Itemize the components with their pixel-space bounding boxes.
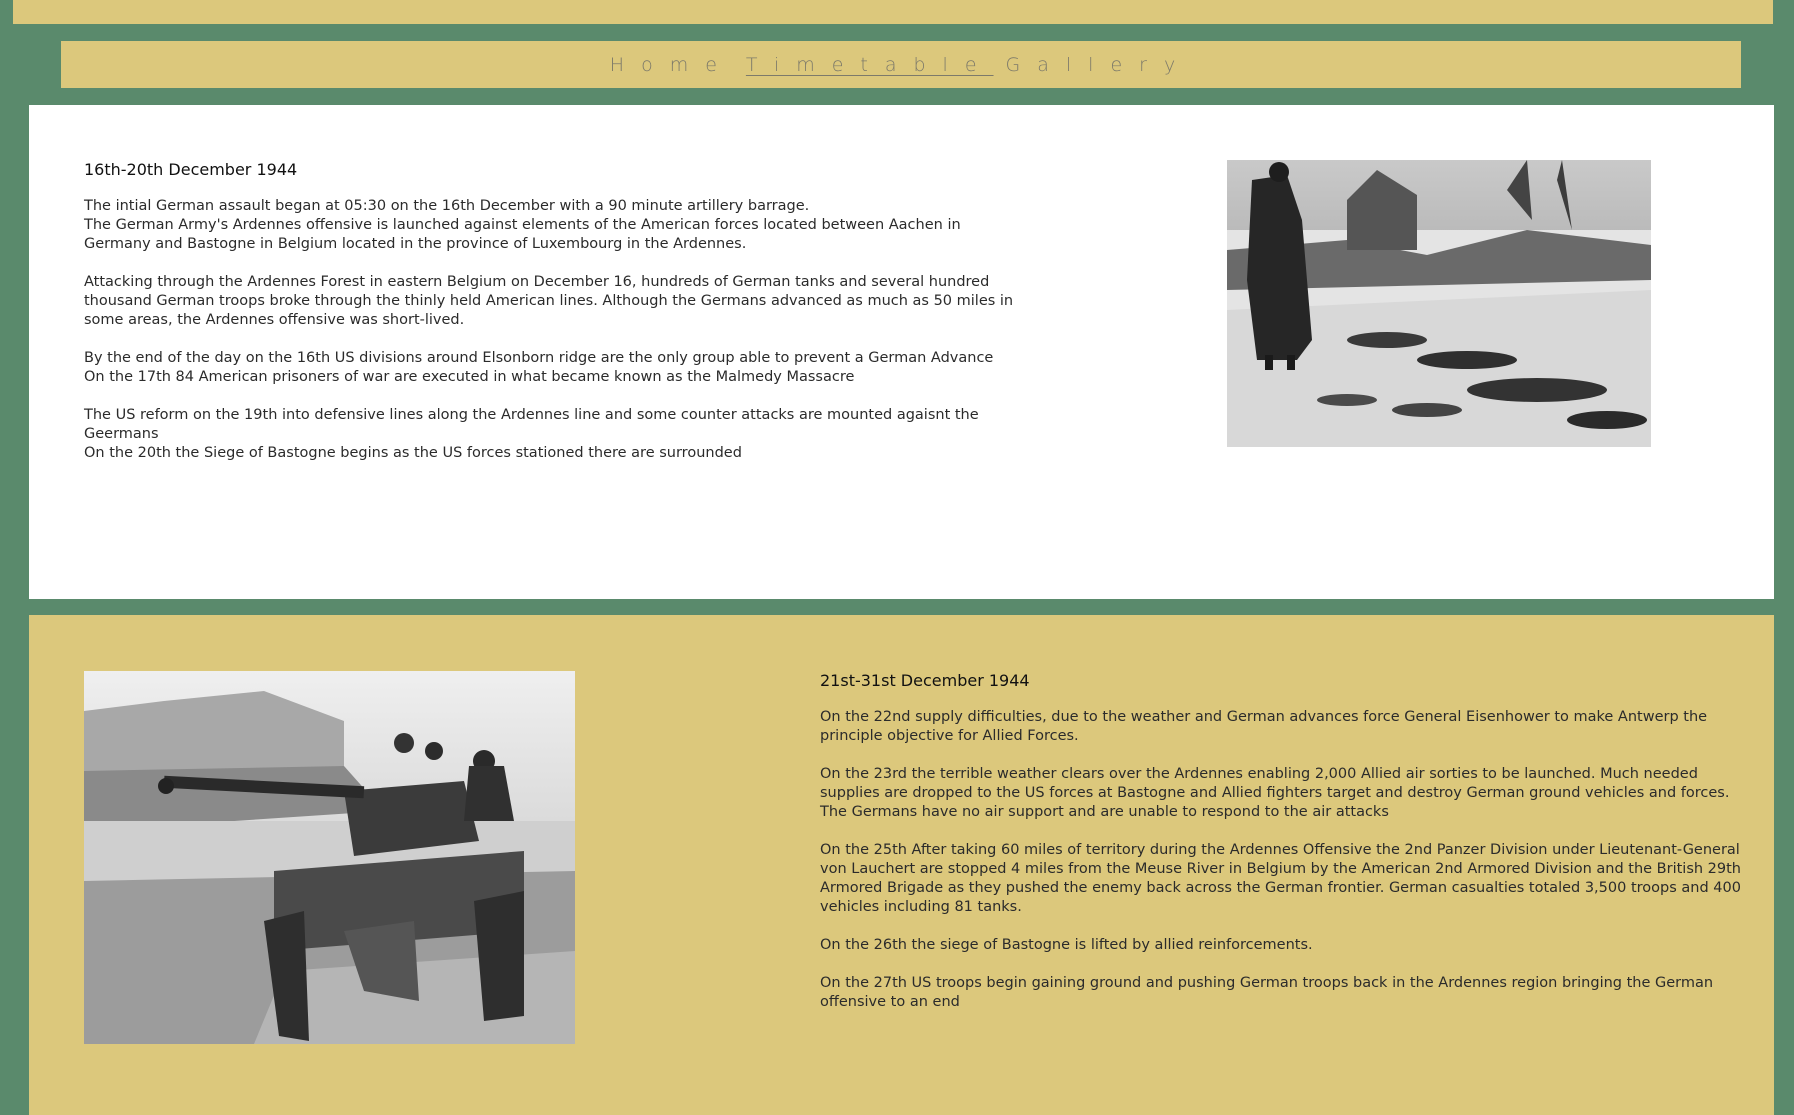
text-line: On the 25th After taking 60 miles of ter…	[820, 842, 1741, 915]
text-line: On the 17th 84 American prisoners of war…	[84, 369, 855, 385]
tank-image	[84, 671, 575, 1044]
nav-link-timetable[interactable]: Timetable	[746, 54, 994, 76]
section-2-paragraph: On the 22nd supply difficulties, due to …	[820, 708, 1750, 746]
section-2-paragraph: On the 26th the siege of Bastogne is lif…	[820, 936, 1750, 955]
section-1-heading: 16th-20th December 1944	[84, 160, 298, 179]
nav-link-gallery[interactable]: Gallery	[1006, 54, 1193, 76]
text-line: On the 27th US troops begin gaining grou…	[820, 975, 1714, 1010]
timetable-section-1: 16th-20th December 1944 The intial Germa…	[29, 105, 1774, 599]
section-1-paragraph: The US reform on the 19th into defensive…	[84, 406, 1014, 463]
section-2-paragraph: On the 27th US troops begin gaining grou…	[820, 974, 1750, 1012]
section-2-text: 21st-31st December 1944 On the 22nd supp…	[820, 671, 1750, 1031]
section-2-paragraph: On the 23rd the terrible weather clears …	[820, 765, 1750, 822]
nav-link-home[interactable]: Home	[610, 54, 734, 76]
section-2-heading: 21st-31st December 1944	[820, 671, 1030, 690]
text-line: The US reform on the 19th into defensive…	[84, 407, 979, 442]
text-line: On the 20th the Siege of Bastogne begins…	[84, 445, 742, 461]
section-1-paragraph: By the end of the day on the 16th US div…	[84, 349, 1014, 387]
section-1-paragraph: The intial German assault began at 05:30…	[84, 197, 1014, 254]
text-line: Attacking through the Ardennes Forest in…	[84, 274, 1014, 328]
timetable-section-2: 21st-31st December 1944 On the 22nd supp…	[29, 615, 1774, 1115]
main-nav: Home Timetable Gallery	[61, 41, 1741, 88]
section-2-paragraph: On the 25th After taking 60 miles of ter…	[820, 841, 1750, 917]
snowy-field-image	[1227, 160, 1651, 447]
text-line: The intial German assault began at 05:30…	[84, 198, 810, 214]
section-1-text: 16th-20th December 1944 The intial Germa…	[84, 160, 1014, 482]
text-line: By the end of the day on the 16th US div…	[84, 350, 994, 366]
top-strip	[13, 0, 1773, 24]
section-1-paragraph: Attacking through the Ardennes Forest in…	[84, 273, 1014, 330]
tank-photo	[84, 671, 575, 1044]
text-line: On the 26th the siege of Bastogne is lif…	[820, 937, 1313, 953]
snowy-field-photo	[1227, 160, 1651, 447]
text-line: The German Army's Ardennes offensive is …	[84, 217, 961, 252]
text-line: On the 23rd the terrible weather clears …	[820, 766, 1730, 820]
text-line: On the 22nd supply difficulties, due to …	[820, 709, 1708, 744]
